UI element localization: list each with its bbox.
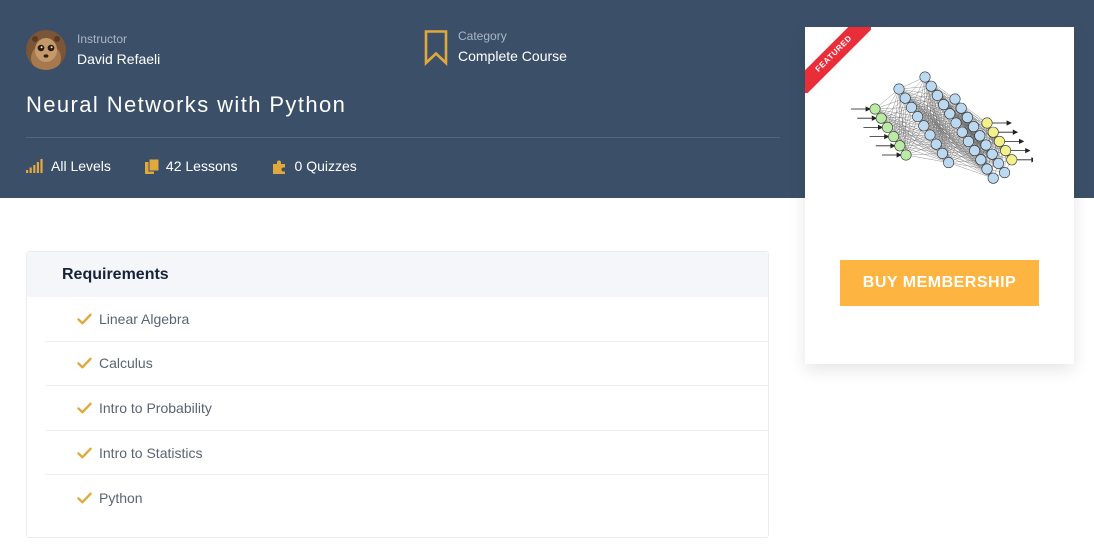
network-node: [956, 126, 968, 138]
network-arrowhead: [865, 106, 871, 112]
network-node: [875, 112, 887, 124]
network-node: [969, 145, 981, 157]
network-node: [949, 93, 961, 105]
network-arrowhead: [878, 124, 884, 131]
network-arrowhead: [871, 115, 878, 121]
instructor-avatar[interactable]: [26, 30, 66, 70]
neural-network-thumbnail: [851, 71, 1033, 184]
instructor-info: Instructor David Refaeli: [26, 30, 160, 70]
network-node: [943, 157, 955, 169]
network-node: [1000, 145, 1012, 157]
category-meta: Category Complete Course: [458, 28, 567, 66]
requirement-item: Linear Algebra: [45, 297, 768, 342]
network-node: [975, 154, 987, 166]
network-node: [992, 157, 1004, 169]
instructor-name[interactable]: David Refaeli: [77, 49, 160, 69]
network-node: [944, 108, 956, 120]
network-node: [924, 129, 936, 141]
network-node: [905, 101, 917, 113]
category-label: Category: [458, 29, 507, 43]
network-node: [980, 139, 992, 151]
requirement-item: Intro to Statistics: [45, 431, 768, 476]
network-arrowhead: [1019, 138, 1025, 145]
network-node: [900, 149, 912, 161]
buy-membership-button[interactable]: BUY MEMBERSHIP: [840, 260, 1039, 306]
network-node: [869, 103, 881, 115]
requirement-item: Intro to Probability: [45, 386, 768, 431]
network-arrowhead: [1012, 129, 1019, 135]
documents-icon: [144, 158, 159, 174]
check-icon: [77, 313, 92, 325]
network-node: [899, 92, 911, 104]
signal-bars-icon: [26, 159, 43, 173]
network-arrowhead: [1031, 157, 1033, 163]
check-icon: [77, 357, 92, 369]
course-stats: All Levels 42 Lessons 0 Quizzes: [26, 157, 391, 175]
network-node: [993, 135, 1005, 147]
course-page: Instructor David Refaeli Category Comple…: [0, 0, 1094, 555]
stat-quizzes: 0 Quizzes: [272, 157, 357, 175]
network-node: [999, 167, 1011, 179]
network-node: [981, 117, 993, 129]
stat-lessons: 42 Lessons: [144, 157, 238, 175]
network-arrowhead: [1006, 120, 1012, 126]
stat-level: All Levels: [26, 157, 111, 175]
network-node: [881, 121, 893, 133]
network-node: [925, 80, 937, 92]
network-node: [955, 102, 967, 114]
network-node: [931, 89, 943, 101]
check-icon: [77, 492, 92, 504]
instructor-meta: Instructor David Refaeli: [77, 31, 160, 69]
requirements-header: Requirements: [27, 252, 768, 297]
network-node: [1006, 154, 1018, 166]
header-divider: [26, 137, 780, 138]
network-arrowhead: [896, 152, 902, 158]
bookmark-icon: [424, 30, 448, 66]
network-node: [930, 138, 942, 150]
course-title: Neural Networks with Python: [26, 92, 347, 117]
requirement-text: Calculus: [99, 355, 153, 372]
network-node: [938, 99, 950, 111]
requirement-text: Intro to Statistics: [99, 444, 203, 461]
instructor-label: Instructor: [77, 32, 128, 46]
network-node: [974, 130, 986, 142]
network-arrowhead: [1025, 147, 1031, 154]
network-node: [950, 117, 962, 129]
requirements-title: Requirements: [62, 265, 169, 283]
requirement-item: Calculus: [45, 342, 768, 387]
requirement-item: Python: [45, 475, 768, 520]
requirement-text: Intro to Probability: [99, 399, 212, 416]
network-node: [936, 147, 948, 159]
stat-level-text: All Levels: [51, 158, 111, 174]
network-arrowhead: [890, 143, 896, 149]
requirements-list: Linear Algebra Calculus Intro to Probabi…: [45, 297, 768, 520]
category-info: Category Complete Course: [424, 28, 567, 66]
network-arrowhead: [884, 133, 890, 140]
puzzle-icon: [272, 160, 285, 174]
network-node: [987, 172, 999, 184]
meerkat-avatar-icon: [26, 30, 66, 70]
requirement-text: Python: [99, 489, 143, 506]
requirements-card: Requirements Linear Algebra Calculus Int…: [26, 251, 769, 538]
network-node: [888, 131, 900, 143]
course-sidebar-card: FEATURED BUY MEMBERSHIP: [805, 27, 1074, 364]
check-icon: [77, 447, 92, 458]
stat-quizzes-text: 0 Quizzes: [294, 158, 357, 174]
network-node: [918, 120, 930, 132]
check-icon: [77, 402, 92, 414]
requirement-text: Linear Algebra: [99, 310, 190, 327]
network-node: [968, 121, 980, 133]
network-node: [961, 111, 973, 123]
stat-lessons-text: 42 Lessons: [165, 158, 238, 174]
category-value[interactable]: Complete Course: [458, 46, 567, 66]
network-node: [919, 71, 931, 83]
network-node: [962, 135, 974, 147]
network-node: [893, 83, 905, 95]
network-node: [912, 111, 924, 123]
network-node: [894, 140, 906, 152]
network-node: [981, 163, 993, 175]
network-node: [987, 126, 999, 138]
network-node: [986, 148, 998, 160]
